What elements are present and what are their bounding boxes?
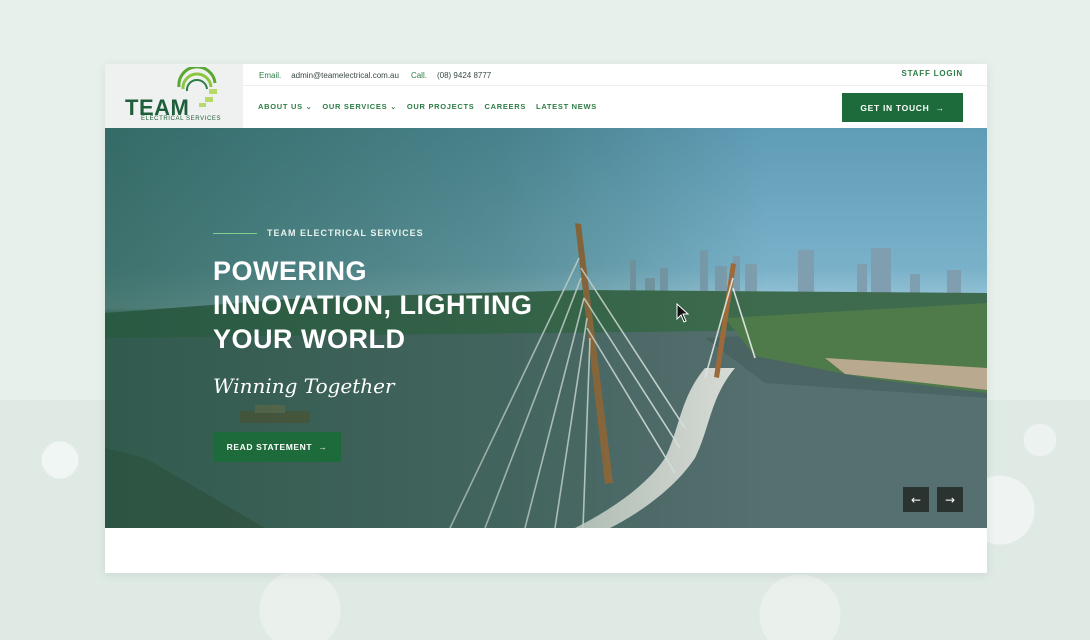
get-in-touch-label: GET IN TOUCH bbox=[860, 102, 930, 113]
hero-eyebrow: TEAM ELECTRICAL SERVICES bbox=[213, 228, 424, 238]
logo-subtitle: ELECTRICAL SERVICES bbox=[141, 116, 222, 122]
read-statement-label: READ STATEMENT bbox=[226, 442, 313, 452]
staff-login-link[interactable]: STAFF LOGIN bbox=[901, 69, 963, 78]
nav-item-label: OUR SERVICES bbox=[322, 102, 388, 111]
call-label: Call. bbox=[410, 70, 427, 80]
hero-script-tagline: Winning Together bbox=[213, 374, 395, 398]
nav-item-our-services[interactable]: OUR SERVICES ⌄ bbox=[322, 102, 397, 111]
logo[interactable]: TEAM ELECTRICAL SERVICES bbox=[105, 64, 243, 128]
phone-link[interactable]: (08) 9424 8777 bbox=[437, 71, 491, 80]
eyebrow-line bbox=[213, 232, 257, 234]
mouse-cursor-icon bbox=[676, 303, 690, 323]
get-in-touch-button[interactable]: GET IN TOUCH → bbox=[842, 93, 963, 122]
arrow-right-icon: → bbox=[944, 492, 956, 507]
chevron-down-icon: ⌄ bbox=[305, 103, 313, 111]
read-statement-button[interactable]: READ STATEMENT → bbox=[213, 432, 341, 462]
slider-next-button[interactable]: → bbox=[937, 487, 963, 512]
arrow-left-icon: ← bbox=[910, 492, 922, 507]
main-nav: ABOUT US ⌄ OUR SERVICES ⌄ OUR PROJECTS C… bbox=[258, 102, 597, 111]
nav-item-careers[interactable]: CAREERS bbox=[484, 102, 526, 111]
slider-controls: ← → bbox=[903, 487, 963, 512]
email-link[interactable]: admin@teamelectrical.com.au bbox=[291, 71, 399, 80]
nav-item-label: OUR PROJECTS bbox=[406, 102, 475, 111]
nav-item-our-projects[interactable]: OUR PROJECTS bbox=[407, 102, 475, 111]
arrow-right-icon: → bbox=[935, 102, 945, 113]
arrow-right-icon: → bbox=[318, 442, 328, 452]
chevron-down-icon: ⌄ bbox=[390, 103, 397, 111]
nav-item-latest-news[interactable]: LATEST NEWS bbox=[536, 102, 597, 111]
contact-bar: Email. admin@teamelectrical.com.au Call.… bbox=[259, 68, 491, 82]
nav-item-label: ABOUT US bbox=[258, 102, 303, 111]
website-frame: TEAM ELECTRICAL SERVICES Email. admin@te… bbox=[105, 64, 987, 573]
slider-prev-button[interactable]: ← bbox=[903, 487, 929, 512]
headline-line-1: POWERING bbox=[213, 256, 368, 286]
headline-line-2: INNOVATION, LIGHTING bbox=[213, 290, 533, 320]
header-divider bbox=[243, 85, 987, 86]
headline-line-3: YOUR WORLD bbox=[213, 324, 406, 354]
nav-item-label: CAREERS bbox=[484, 102, 527, 111]
email-label: Email. bbox=[259, 70, 282, 80]
hero-headline: POWERING INNOVATION, LIGHTING YOUR WORLD bbox=[213, 254, 573, 356]
nav-item-about-us[interactable]: ABOUT US ⌄ bbox=[258, 102, 312, 111]
hero-banner: TEAM ELECTRICAL SERVICES POWERING INNOVA… bbox=[105, 128, 987, 528]
nav-item-label: LATEST NEWS bbox=[536, 102, 597, 111]
hero-eyebrow-text: TEAM ELECTRICAL SERVICES bbox=[267, 228, 424, 238]
